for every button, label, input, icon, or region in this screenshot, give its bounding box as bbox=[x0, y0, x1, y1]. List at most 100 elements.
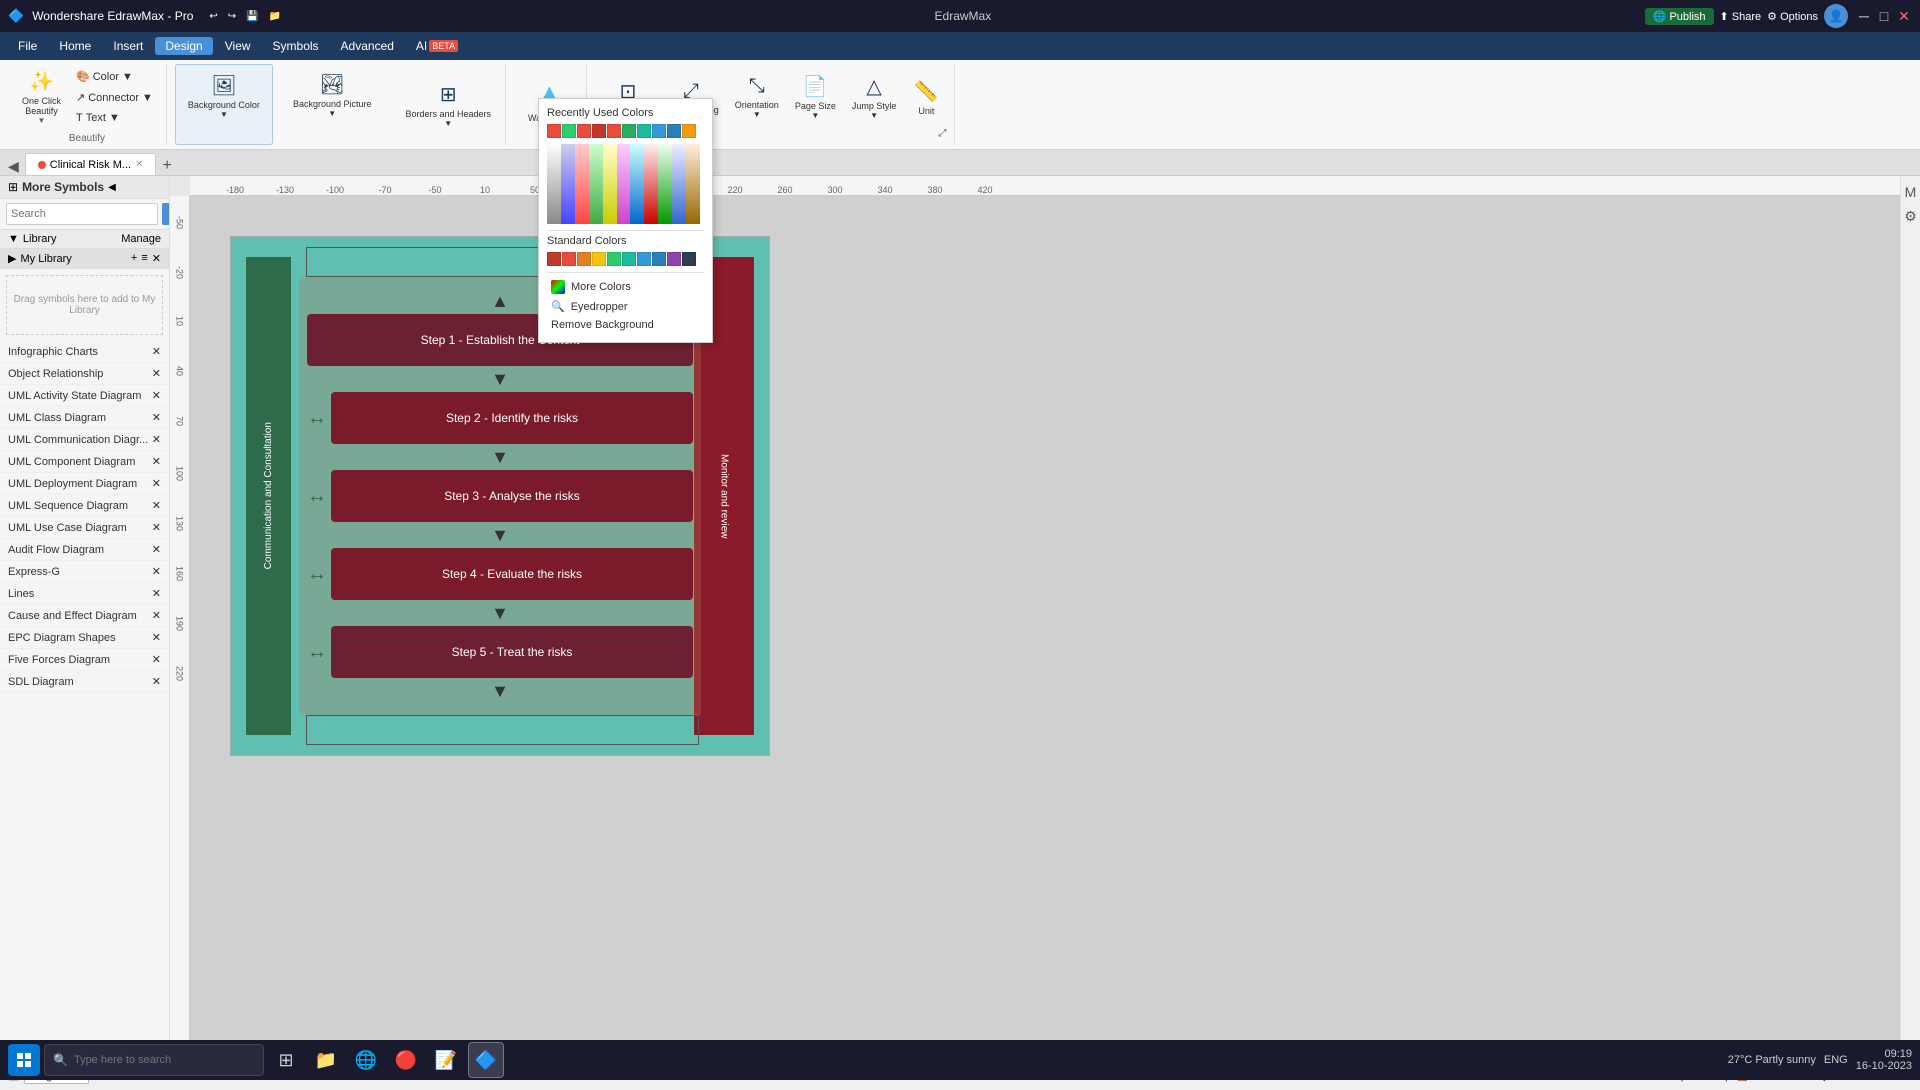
taskbar-search-bar[interactable]: 🔍 bbox=[44, 1044, 264, 1076]
sidebar-item-uml-comm[interactable]: UML Communication Diagr... ✕ bbox=[0, 429, 169, 451]
taskbar-explorer-btn[interactable]: 📁 bbox=[308, 1042, 344, 1078]
sidebar-item-uml-component[interactable]: UML Component Diagram ✕ bbox=[0, 451, 169, 473]
share-btn[interactable]: ⬆ Share bbox=[1720, 10, 1762, 23]
maximize-btn[interactable]: □ bbox=[1876, 8, 1892, 24]
swatch-recent-5[interactable] bbox=[607, 124, 621, 138]
swatch-recent-7[interactable] bbox=[637, 124, 651, 138]
close-icon[interactable]: ✕ bbox=[152, 609, 161, 622]
background-color-btn[interactable]: 🖼 Background Color ▼ bbox=[182, 69, 266, 123]
menu-view[interactable]: View bbox=[215, 37, 261, 55]
eyedropper-item[interactable]: 🔍 Eyedropper bbox=[547, 297, 704, 316]
sidebar-item-object[interactable]: Object Relationship ✕ bbox=[0, 363, 169, 385]
taskbar-word-btn[interactable]: 📝 bbox=[428, 1042, 464, 1078]
std-swatch-1[interactable] bbox=[547, 252, 561, 266]
menu-insert[interactable]: Insert bbox=[103, 37, 153, 55]
taskbar-chrome-btn[interactable]: 🔴 bbox=[388, 1042, 424, 1078]
sidebar-item-uml-class[interactable]: UML Class Diagram ✕ bbox=[0, 407, 169, 429]
add-tab-btn[interactable]: + bbox=[158, 157, 175, 175]
search-button[interactable]: Search bbox=[162, 203, 170, 225]
swatch-recent-4[interactable] bbox=[592, 124, 606, 138]
background-picture-btn[interactable]: 🏞 Background Picture ▼ bbox=[287, 68, 378, 122]
unit-btn[interactable]: 📏 Unit bbox=[906, 75, 946, 120]
close-icon[interactable]: ✕ bbox=[152, 587, 161, 600]
panel-icon-2[interactable]: ⚙ bbox=[1904, 208, 1917, 225]
save-btn[interactable]: 💾 bbox=[246, 11, 258, 22]
swatch-recent-2[interactable] bbox=[562, 124, 576, 138]
close-icon[interactable]: ✕ bbox=[152, 521, 161, 534]
sidebar-item-five-forces[interactable]: Five Forces Diagram ✕ bbox=[0, 649, 169, 671]
std-swatch-4[interactable] bbox=[592, 252, 606, 266]
taskbar-edrawmax-btn[interactable]: 🔷 bbox=[468, 1042, 504, 1078]
close-icon[interactable]: ✕ bbox=[152, 411, 161, 424]
publish-btn[interactable]: 🌐 Publish bbox=[1645, 8, 1714, 25]
start-button[interactable] bbox=[8, 1044, 40, 1076]
close-icon[interactable]: ✕ bbox=[152, 631, 161, 644]
borders-headers-btn[interactable]: ⊞ Borders and Headers ▼ bbox=[399, 78, 497, 132]
redo-btn[interactable]: ↪ bbox=[228, 11, 236, 22]
sidebar-item-audit[interactable]: Audit Flow Diagram ✕ bbox=[0, 539, 169, 561]
std-swatch-7[interactable] bbox=[637, 252, 651, 266]
orientation-btn[interactable]: ⤡ Orientation ▼ bbox=[729, 71, 785, 123]
menu-symbols[interactable]: Symbols bbox=[263, 37, 329, 55]
std-swatch-9[interactable] bbox=[667, 252, 681, 266]
tab-clinical[interactable]: Clinical Risk M... ✕ bbox=[25, 153, 157, 175]
step3[interactable]: Step 3 - Analyse the risks bbox=[331, 470, 693, 522]
close-icon[interactable]: ✕ bbox=[152, 477, 161, 490]
std-swatch-6[interactable] bbox=[622, 252, 636, 266]
tab-close-btn[interactable]: ✕ bbox=[135, 159, 143, 170]
swatch-recent-3[interactable] bbox=[577, 124, 591, 138]
close-icon[interactable]: ✕ bbox=[152, 675, 161, 688]
sidebar-item-express[interactable]: Express-G ✕ bbox=[0, 561, 169, 583]
taskbar-apps-btn[interactable]: ⊞ bbox=[268, 1042, 304, 1078]
swatch-recent-1[interactable] bbox=[547, 124, 561, 138]
std-swatch-10[interactable] bbox=[682, 252, 696, 266]
search-input[interactable] bbox=[6, 203, 158, 225]
remove-background-item[interactable]: Remove Background bbox=[547, 316, 704, 334]
swatch-recent-8[interactable] bbox=[652, 124, 666, 138]
step2[interactable]: Step 2 - Identify the risks bbox=[331, 392, 693, 444]
color-btn[interactable]: 🎨 Color▼ bbox=[71, 68, 158, 85]
std-swatch-3[interactable] bbox=[577, 252, 591, 266]
step5[interactable]: Step 5 - Treat the risks bbox=[331, 626, 693, 678]
close-icon[interactable]: ✕ bbox=[152, 499, 161, 512]
sidebar-item-infographic[interactable]: Infographic Charts ✕ bbox=[0, 341, 169, 363]
menu-advanced[interactable]: Advanced bbox=[331, 37, 404, 55]
close-icon[interactable]: ✕ bbox=[152, 565, 161, 578]
close-icon[interactable]: ✕ bbox=[152, 455, 161, 468]
swatch-recent-10[interactable] bbox=[682, 124, 696, 138]
sidebar-item-lines[interactable]: Lines ✕ bbox=[0, 583, 169, 605]
tab-nav-left[interactable]: ◀ bbox=[8, 158, 19, 175]
user-avatar[interactable]: 👤 bbox=[1824, 4, 1848, 28]
one-click-beautify-btn[interactable]: ✨ One Click Beautify ▼ bbox=[16, 65, 67, 129]
sidebar-item-uml-seq[interactable]: UML Sequence Diagram ✕ bbox=[0, 495, 169, 517]
sidebar-item-uml-usecase[interactable]: UML Use Case Diagram ✕ bbox=[0, 517, 169, 539]
sidebar-collapse-btn[interactable]: ◀ bbox=[108, 182, 116, 193]
sidebar-item-epc[interactable]: EPC Diagram Shapes ✕ bbox=[0, 627, 169, 649]
step4[interactable]: Step 4 - Evaluate the risks bbox=[331, 548, 693, 600]
my-library-close-icon[interactable]: ✕ bbox=[152, 252, 161, 265]
std-swatch-5[interactable] bbox=[607, 252, 621, 266]
close-icon[interactable]: ✕ bbox=[152, 345, 161, 358]
std-swatch-8[interactable] bbox=[652, 252, 666, 266]
my-library-menu-icon[interactable]: ≡ bbox=[141, 252, 147, 265]
manage-btn[interactable]: Manage bbox=[121, 233, 161, 245]
close-icon[interactable]: ✕ bbox=[152, 389, 161, 402]
std-swatch-2[interactable] bbox=[562, 252, 576, 266]
jump-style-btn[interactable]: △ Jump Style ▼ bbox=[846, 70, 903, 124]
page-setup-expand[interactable]: ⤢ bbox=[938, 128, 946, 139]
minimize-btn[interactable]: ─ bbox=[1856, 8, 1872, 24]
menu-home[interactable]: Home bbox=[49, 37, 101, 55]
connector-btn[interactable]: ↗ Connector▼ bbox=[71, 89, 158, 106]
taskbar-search-input[interactable] bbox=[74, 1054, 224, 1066]
sidebar-item-cause[interactable]: Cause and Effect Diagram ✕ bbox=[0, 605, 169, 627]
close-btn[interactable]: ✕ bbox=[1896, 8, 1912, 24]
close-icon[interactable]: ✕ bbox=[152, 543, 161, 556]
close-icon[interactable]: ✕ bbox=[152, 433, 161, 446]
more-colors-item[interactable]: More Colors bbox=[547, 277, 704, 297]
page-size-btn[interactable]: 📄 Page Size ▼ bbox=[789, 70, 842, 124]
sidebar-item-uml-activity[interactable]: UML Activity State Diagram ✕ bbox=[0, 385, 169, 407]
menu-file[interactable]: File bbox=[8, 37, 47, 55]
canvas-background[interactable]: Communication and Consultation Monitor a… bbox=[190, 196, 1900, 1040]
sidebar-item-sdl[interactable]: SDL Diagram ✕ bbox=[0, 671, 169, 693]
close-icon[interactable]: ✕ bbox=[152, 367, 161, 380]
